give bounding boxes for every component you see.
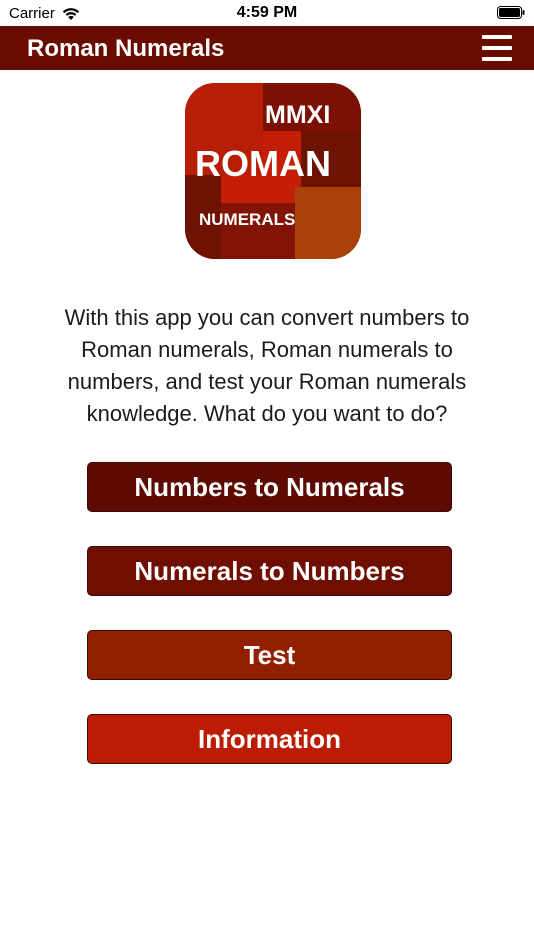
nav-bar: Roman Numerals	[0, 26, 534, 70]
status-bar: Carrier 4:59 PM	[0, 0, 534, 26]
page-title: Roman Numerals	[27, 35, 225, 62]
numerals-to-numbers-button[interactable]: Numerals to Numbers	[87, 546, 452, 596]
logo-text-numerals: NUMERALS	[199, 210, 296, 229]
logo-text-roman: ROMAN	[195, 143, 331, 184]
numbers-to-numerals-button[interactable]: Numbers to Numerals	[87, 462, 452, 512]
hamburger-menu-icon[interactable]	[482, 35, 512, 61]
information-button[interactable]: Information	[87, 714, 452, 764]
battery-icon	[497, 6, 525, 19]
clock: 4:59 PM	[236, 4, 298, 21]
intro-text: With this app you can convert numbers to…	[64, 305, 470, 426]
logo-text-mmxi: MMXI	[265, 101, 331, 129]
app-logo: MMXI ROMAN NUMERALS	[185, 83, 361, 259]
test-button[interactable]: Test	[87, 630, 452, 680]
